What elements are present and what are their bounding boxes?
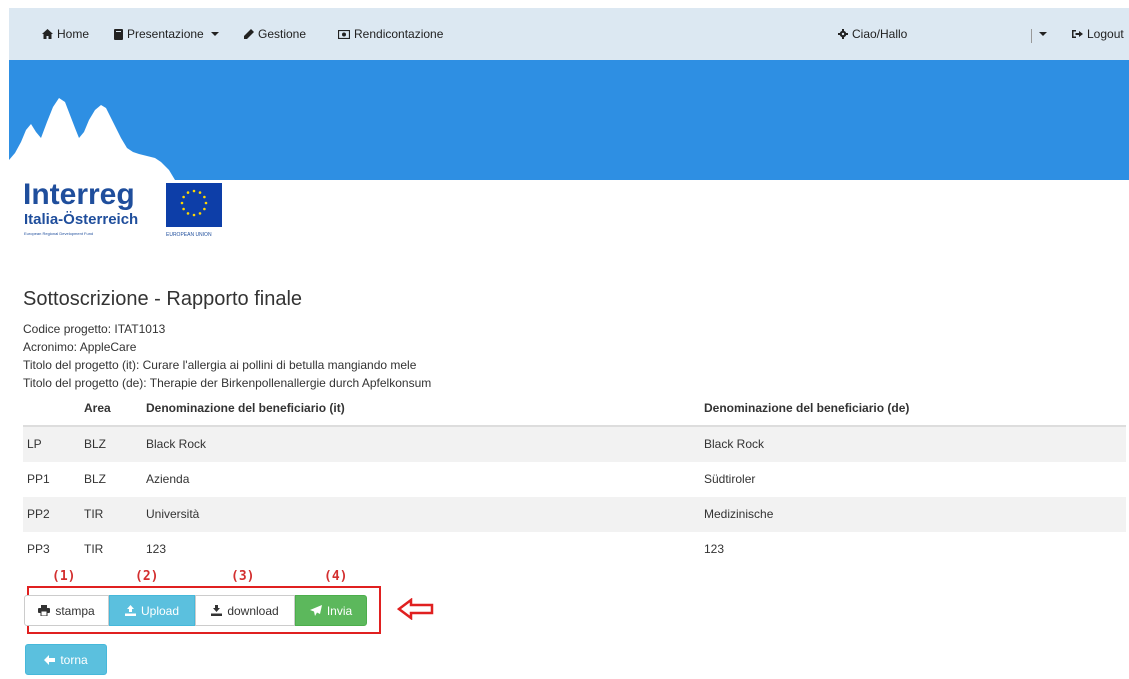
upload-button[interactable]: Upload [109, 595, 195, 626]
logo-wordmark: Interreg [23, 178, 135, 211]
upload-icon [124, 605, 136, 616]
torna-button[interactable]: torna [25, 644, 107, 675]
home-icon [42, 29, 53, 39]
nav-home-label: Home [57, 27, 90, 41]
page: Home Presentazione Gestione Rendicontazi… [9, 8, 1129, 679]
torna-label: torna [60, 652, 88, 667]
eu-label: EUROPEAN UNION [166, 232, 212, 238]
nav-rendicontazione[interactable]: Rendicontazione [338, 26, 443, 42]
cell-name-de: 123 [704, 542, 725, 556]
nav-dropdown-toggle[interactable] [1036, 26, 1047, 42]
cell-role: LP [27, 437, 42, 451]
download-icon [211, 605, 223, 616]
cell-name-it: 123 [146, 542, 167, 556]
annotation-label-2: (2) [135, 569, 159, 584]
money-icon [338, 29, 350, 39]
cell-name-de: Medizinische [704, 507, 774, 521]
chevron-down-icon [1039, 32, 1047, 36]
cell-name-de: Black Rock [704, 437, 765, 451]
nav-presentazione[interactable]: Presentazione [114, 26, 219, 42]
info-titolo-de: Titolo del progetto (de): Therapie der B… [23, 376, 432, 390]
table-header-name-it: Denominazione del beneficiario (it) [146, 401, 345, 415]
annotation-label-4: (4) [324, 569, 348, 584]
mountain-silhouette [9, 98, 175, 180]
nav-user-greeting[interactable]: Ciao/Hallo [838, 26, 907, 42]
cell-area: TIR [84, 542, 104, 556]
send-icon [309, 605, 322, 616]
nav-rendicontazione-label: Rendicontazione [354, 27, 444, 41]
logo-subtitle: Italia-Österreich [24, 211, 139, 228]
table-header-area: Area [84, 401, 111, 415]
cell-area: BLZ [84, 472, 107, 486]
cell-name-de: Südtiroler [704, 472, 756, 486]
logout-icon [1072, 30, 1083, 38]
book-icon [114, 28, 123, 40]
nav-home[interactable]: Home [42, 26, 89, 42]
nav-logout[interactable]: Logout [1072, 26, 1124, 42]
cell-area: TIR [84, 507, 104, 521]
pencil-icon [244, 29, 254, 39]
arrow-left-icon [397, 598, 434, 620]
nav-divider [1031, 29, 1032, 43]
info-titolo-it: Titolo del progetto (it): Curare l'aller… [23, 358, 417, 372]
eu-flag-icon [166, 183, 222, 227]
annotation-label-3: (3) [231, 569, 255, 584]
upload-label: Upload [140, 603, 180, 618]
annotation-label-1: (1) [52, 569, 76, 584]
logo-fund-label: European Regional Development Fund [24, 231, 94, 236]
stampa-button[interactable]: stampa [24, 595, 109, 626]
cell-name-it: Università [146, 507, 200, 521]
table-header-name-de: Denominazione del beneficiario (de) [704, 401, 910, 415]
nav-gestione[interactable]: Gestione [244, 26, 306, 42]
invia-label: Invia [326, 603, 353, 618]
cell-name-it: Black Rock [146, 437, 207, 451]
nav-user-label: Ciao/Hallo [852, 27, 908, 41]
info-codice: Codice progetto: ITAT1013 [23, 322, 166, 336]
table-row: PP1 BLZ Azienda Südtiroler [23, 462, 1126, 497]
header-banner [9, 60, 1129, 180]
gear-icon [838, 29, 848, 39]
table-row: PP2 TIR Università Medizinische [23, 497, 1126, 532]
print-icon [38, 605, 51, 616]
nav-gestione-label: Gestione [258, 27, 307, 41]
stampa-label: stampa [55, 603, 95, 618]
download-button[interactable]: download [195, 595, 295, 626]
arrow-left-icon [44, 654, 56, 665]
table-row: PP3 TIR 123 123 [23, 532, 1126, 567]
info-acronimo: Acronimo: AppleCare [23, 340, 137, 354]
top-navbar: Home Presentazione Gestione Rendicontazi… [9, 8, 1129, 61]
table-row: LP BLZ Black Rock Black Rock [23, 427, 1126, 462]
cell-name-it: Azienda [146, 472, 190, 486]
cell-role: PP1 [27, 472, 50, 486]
cell-role: PP3 [27, 542, 50, 556]
nav-presentazione-label: Presentazione [127, 27, 204, 41]
download-label: download [227, 603, 279, 618]
nav-logout-label: Logout [1087, 27, 1124, 41]
interreg-logo: Interreg Italia-Österreich European Regi… [23, 180, 243, 250]
chevron-down-icon [210, 32, 219, 36]
page-title: Sottoscrizione - Rapporto finale [23, 288, 303, 310]
invia-button[interactable]: Invia [295, 595, 367, 626]
cell-role: PP2 [27, 507, 50, 521]
cell-area: BLZ [84, 437, 107, 451]
